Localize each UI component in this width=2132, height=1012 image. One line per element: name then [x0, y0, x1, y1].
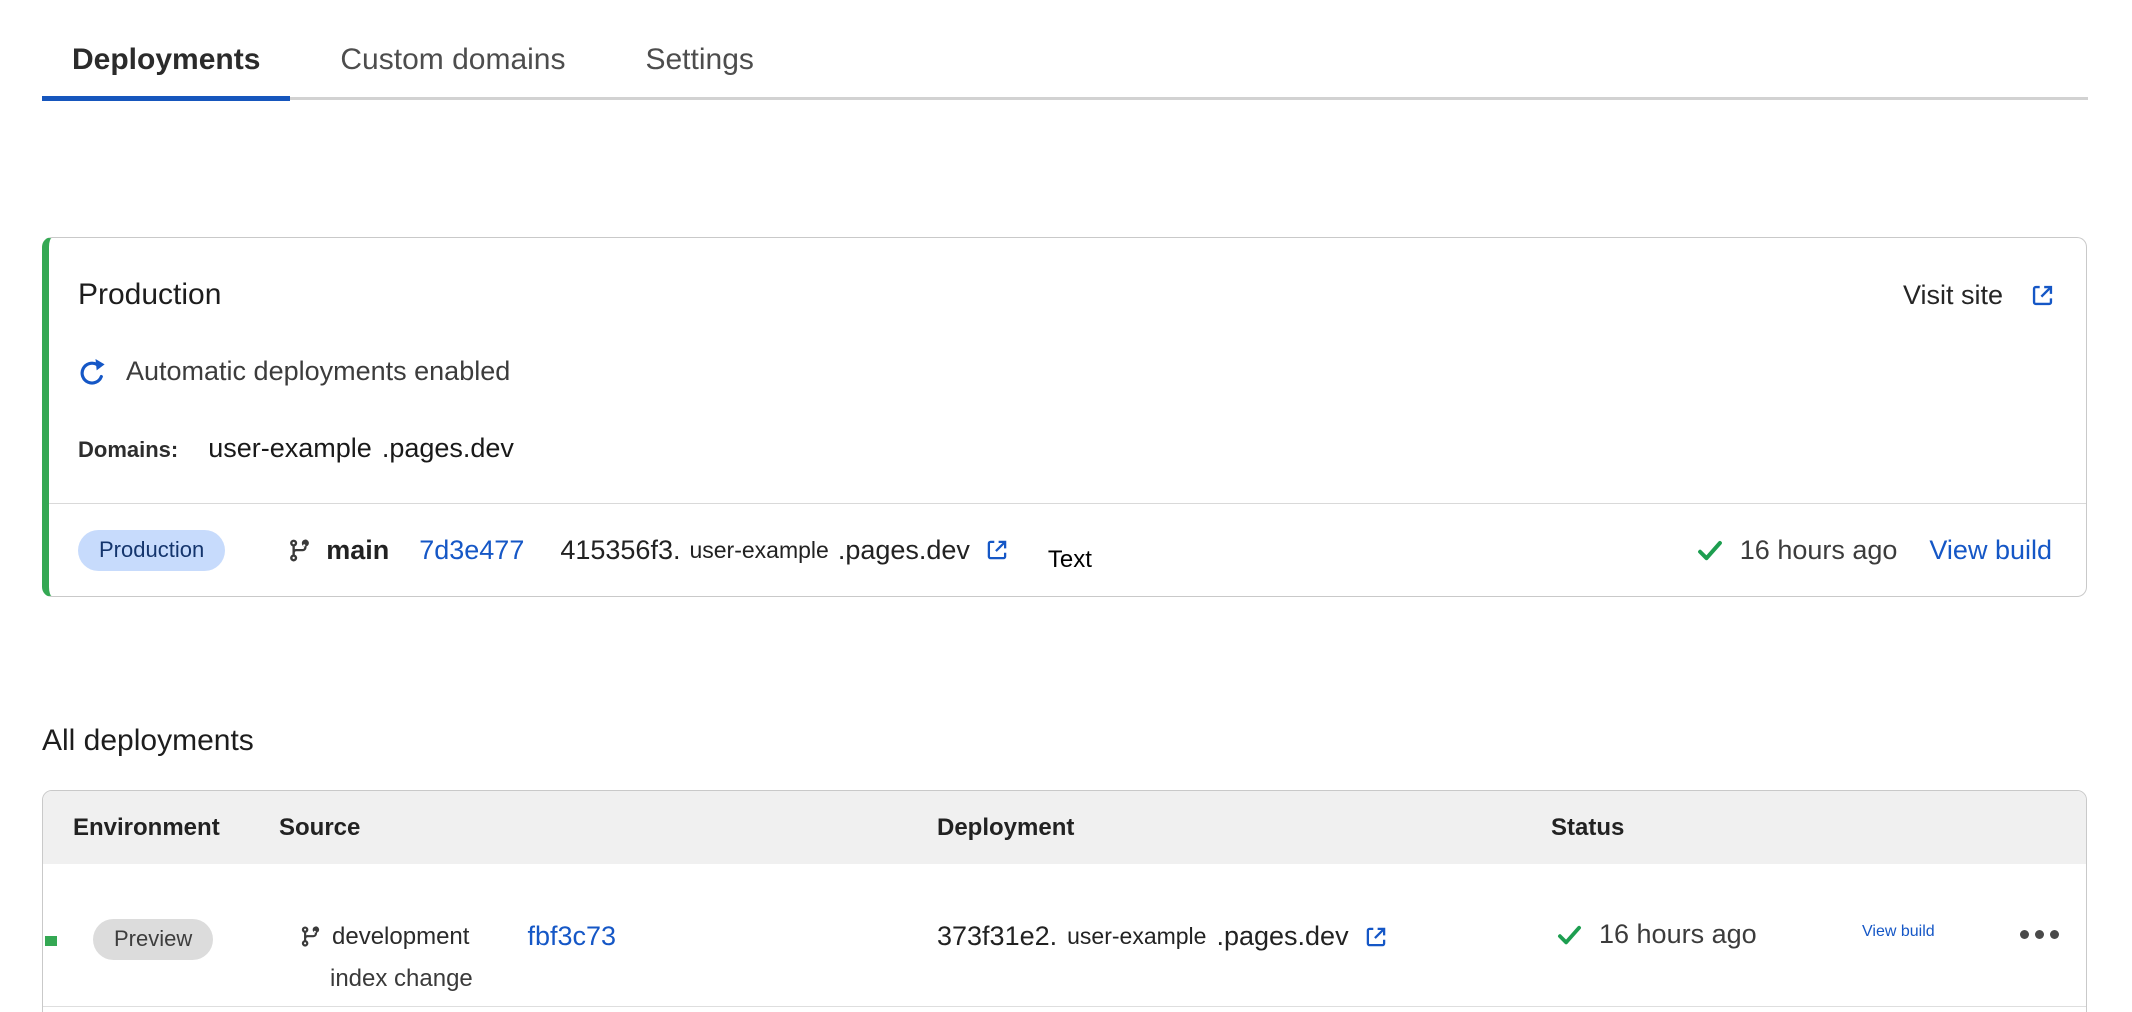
column-header-environment: Environment	[73, 791, 220, 864]
tab-deployments[interactable]: Deployments	[42, 20, 290, 101]
all-deployments-title: All deployments	[42, 724, 254, 758]
column-header-deployment: Deployment	[937, 791, 1074, 864]
ellipsis-icon	[2020, 930, 2029, 939]
table-header-row: Environment Source Deployment Status	[43, 791, 2086, 864]
production-card: Production Visit site Automatic deployme…	[42, 237, 2087, 597]
deployment-url-link[interactable]: 373f31e2. user-example .pages.dev	[937, 921, 1389, 952]
branch-name: main	[326, 535, 389, 566]
domain-suffix: .pages.dev	[382, 433, 514, 464]
tab-settings[interactable]: Settings	[615, 20, 783, 101]
commit-message: index change	[330, 965, 473, 993]
ellipsis-icon	[2050, 930, 2059, 939]
success-check-icon	[1696, 536, 1724, 564]
domains-label: Domains:	[78, 437, 178, 463]
table-row: Preview development fbf3c73 index change…	[43, 864, 2086, 1007]
url-suffix: .pages.dev	[1216, 921, 1348, 952]
commit-link[interactable]: 7d3e477	[419, 535, 524, 566]
success-check-icon	[1556, 921, 1583, 948]
domain-subdomain: user-example	[208, 433, 372, 464]
tab-custom-domains[interactable]: Custom domains	[310, 20, 595, 101]
row-actions-menu-button[interactable]	[2020, 930, 2065, 939]
production-card-title: Production	[78, 278, 221, 312]
view-build-link[interactable]: View build	[1929, 535, 2052, 566]
url-subdomain: user-example	[1067, 923, 1206, 950]
url-suffix: .pages.dev	[838, 535, 970, 566]
deployment-url-link[interactable]: 415356f3. user-example .pages.dev	[560, 535, 1010, 566]
url-subdomain: user-example	[689, 537, 828, 564]
visit-site-label: Visit site	[1903, 280, 2003, 311]
environment-badge-production: Production	[78, 530, 225, 571]
note-text: Text	[1048, 546, 1092, 574]
view-build-link[interactable]: View build	[1862, 923, 1935, 941]
deployments-table: Environment Source Deployment Status Pre…	[42, 790, 2087, 1012]
external-link-icon	[1363, 924, 1389, 950]
external-link-icon	[984, 537, 1010, 563]
next-row-partial	[45, 936, 57, 946]
url-prefix: 415356f3.	[560, 535, 680, 566]
tab-bar: Deployments Custom domains Settings	[42, 20, 2088, 100]
deployment-time: 16 hours ago	[1740, 535, 1898, 566]
column-header-status: Status	[1551, 791, 1624, 864]
git-branch-icon	[299, 925, 322, 948]
visit-site-link[interactable]: Visit site	[1903, 280, 2056, 311]
commit-link[interactable]: fbf3c73	[527, 921, 616, 952]
column-header-source: Source	[279, 791, 360, 864]
ellipsis-icon	[2035, 930, 2044, 939]
git-branch-icon	[287, 538, 312, 563]
production-deployment-row: Production main 7d3e477 415356f3. user-e…	[49, 503, 2086, 596]
environment-badge-preview: Preview	[93, 919, 213, 960]
auto-deployments-text: Automatic deployments enabled	[126, 356, 510, 387]
url-prefix: 373f31e2.	[937, 921, 1057, 952]
refresh-icon	[78, 358, 106, 386]
branch-name: development	[332, 923, 469, 951]
deployment-time: 16 hours ago	[1599, 919, 1757, 950]
external-link-icon	[2029, 282, 2056, 309]
